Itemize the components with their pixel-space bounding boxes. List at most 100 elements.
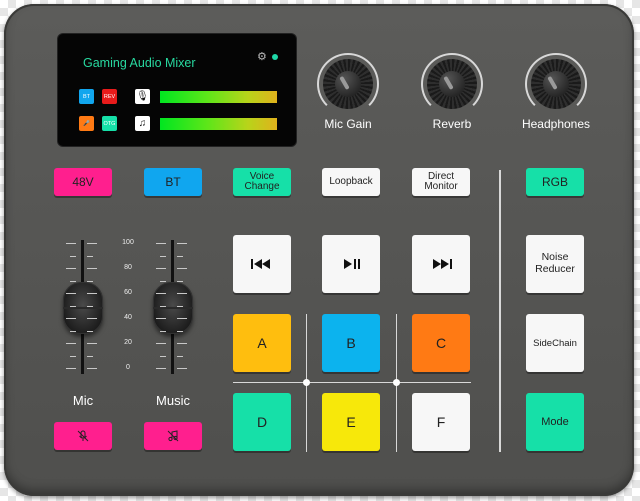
mixer-device: Gaming Audio Mixer ⚙ BT REV 🎙 🎤 OTG ♫ Mi… [4,4,634,496]
pad-e[interactable]: E [322,393,380,451]
pad-a[interactable]: A [233,314,291,372]
fader-tick [70,305,76,307]
play-pause-icon [344,259,360,269]
pad-d[interactable]: D [233,393,291,451]
fader-tick [87,305,93,307]
fader-tick [66,293,76,294]
scale-60: 60 [124,289,132,296]
scale-100: 100 [122,239,134,246]
fader-tick [160,355,166,357]
music-note-icon: ♫ [135,116,150,131]
fader-tick [177,343,187,344]
fader-tick [87,368,97,369]
fader-tick [66,243,76,244]
pad-b[interactable]: B [322,314,380,372]
fader-tick [177,268,187,269]
badge-rev: REV [102,89,117,104]
pad-grid-line [233,382,471,383]
scale-20: 20 [124,339,132,346]
fader-tick [66,318,76,319]
gear-icon: ⚙ [257,51,267,63]
fader-tick [87,243,97,244]
display-screen: Gaming Audio Mixer ⚙ BT REV 🎙 🎤 OTG ♫ [58,34,296,146]
loopback-button[interactable]: Loopback [322,168,380,196]
music-channel-label: Music [156,393,190,408]
fader-tick [177,318,187,319]
badge-otg: OTG [102,116,117,131]
music-mute-button[interactable] [144,422,202,450]
noise-reducer-label-2: Reducer [535,263,575,275]
fader-tick [156,318,166,319]
fader-tick [87,330,93,332]
mode-button[interactable]: Mode [526,393,584,451]
fader-tick [70,355,76,357]
scale-80: 80 [124,264,132,271]
fader-tick [156,243,166,244]
fader-tick [66,343,76,344]
music-level-meter [160,118,277,130]
noise-reducer-button[interactable]: Noise Reducer [526,235,584,293]
mic-mute-button[interactable] [54,422,112,450]
fader-tick [160,330,166,332]
fader-tick [87,280,93,282]
microphone-icon: 🎙 [135,89,150,104]
voice-change-label-2: Change [244,181,280,192]
fader-tick [177,330,183,332]
fader-tick [156,343,166,344]
mic-channel-label: Mic [72,393,94,408]
fader-tick [177,255,183,257]
reverb-knob[interactable] [421,53,483,115]
pad-grid-node [303,379,310,386]
mic-mute-badge: 🎤 [79,116,94,131]
headphones-knob[interactable] [525,53,587,115]
direct-monitor-label-2: Monitor [424,181,458,192]
reverb-label: Reverb [432,117,472,131]
fader-tick [87,255,93,257]
fader-tick [66,368,76,369]
pad-c[interactable]: C [412,314,470,372]
rgb-button[interactable]: RGB [526,168,584,196]
scale-40: 40 [124,314,132,321]
mic-mute-icon [77,430,89,442]
mic-gain-knob[interactable] [317,53,379,115]
fader-tick [87,343,97,344]
fader-tick [177,280,183,282]
fader-tick [177,305,183,307]
48v-button[interactable]: 48V [54,168,112,196]
fader-tick [87,268,97,269]
music-mute-icon [167,430,179,442]
screen-title: Gaming Audio Mixer [83,56,196,70]
direct-monitor-button[interactable]: Direct Monitor [412,168,470,196]
headphones-label: Headphones [521,117,591,131]
mic-fader-handle[interactable] [63,282,103,334]
fader-tick [70,280,76,282]
fader-tick [87,293,97,294]
next-track-pad[interactable] [412,235,470,293]
mic-gain-label: Mic Gain [324,117,372,131]
bt-button[interactable]: BT [144,168,202,196]
fader-tick [87,355,93,357]
fader-tick [70,255,76,257]
badge-bt: BT [79,89,94,104]
fader-tick [156,268,166,269]
previous-track-pad[interactable] [233,235,291,293]
screen-status: ⚙ [257,50,278,63]
voice-change-button[interactable]: Voice Change [233,168,291,196]
divider-vertical [499,170,501,452]
sidechain-button[interactable]: SideChain [526,314,584,372]
fader-tick [160,305,166,307]
fader-tick [160,280,166,282]
fader-tick [156,368,166,369]
scale-0: 0 [126,364,130,371]
next-track-icon [433,259,452,269]
pad-f[interactable]: F [412,393,470,451]
music-fader-handle[interactable] [153,282,193,334]
fader-tick [177,368,187,369]
previous-track-icon [251,259,270,269]
status-dot-icon [271,53,278,60]
fader-tick [177,293,187,294]
fader-tick [177,243,187,244]
mic-level-meter [160,91,277,103]
play-pause-pad[interactable] [322,235,380,293]
fader-tick [66,268,76,269]
